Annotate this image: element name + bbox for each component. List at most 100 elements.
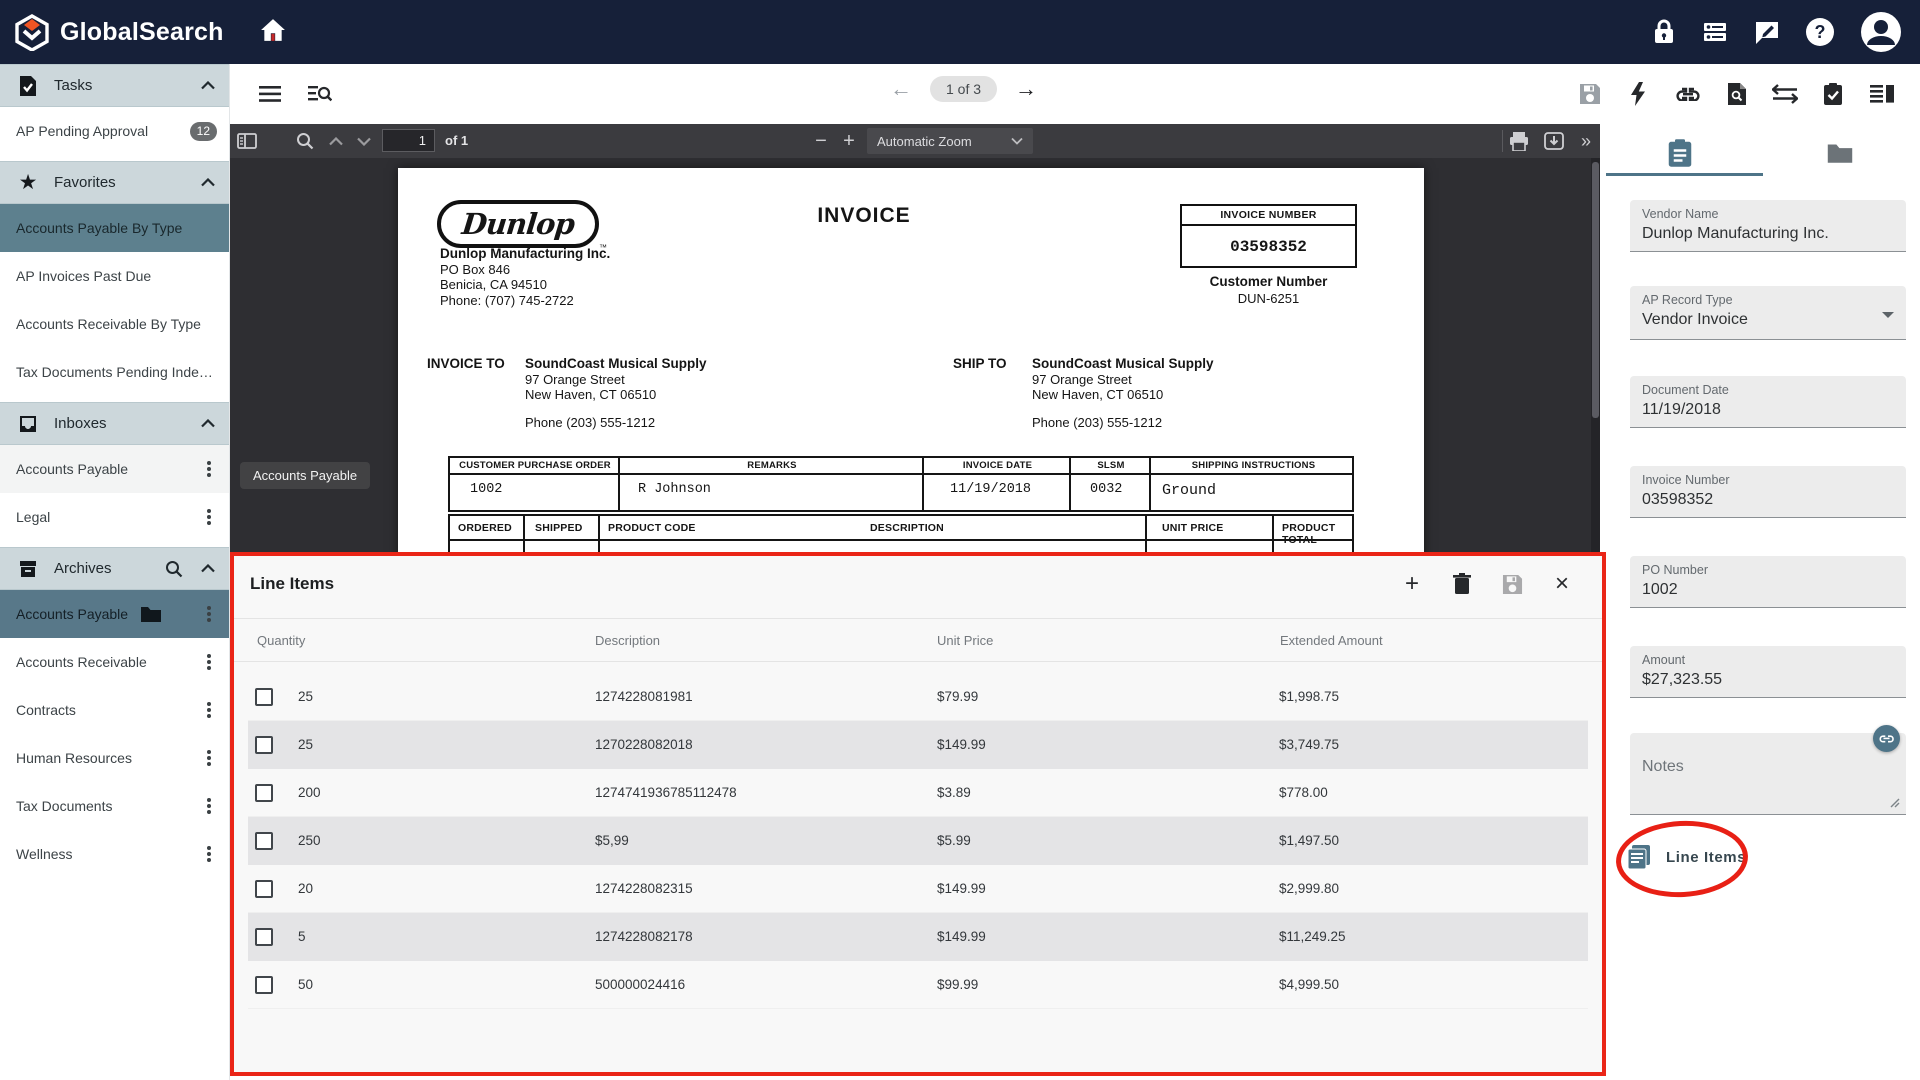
accounts-payable-tooltip: Accounts Payable	[240, 462, 370, 489]
section-header-archives[interactable]: Archives	[0, 547, 229, 590]
section-header-inboxes[interactable]: Inboxes	[0, 402, 229, 445]
kebab-menu-icon[interactable]	[201, 459, 217, 479]
tab-folders[interactable]	[1760, 132, 1920, 174]
sidebar-item-accounts-payable-by-type[interactable]: Accounts Payable By Type	[0, 204, 229, 252]
line-item-row[interactable]: 5 1274228082178 $149.99 $11,249.25	[248, 913, 1588, 961]
sidebar-item-archive-contracts[interactable]: Contracts	[0, 686, 229, 734]
toggle-sidebar-icon[interactable]	[235, 129, 259, 153]
print-icon[interactable]	[1507, 129, 1531, 153]
line-item-row[interactable]: 25 1270228082018 $149.99 $3,749.75	[248, 721, 1588, 769]
add-line-item-icon[interactable]: +	[1400, 572, 1424, 596]
download-icon[interactable]	[1542, 129, 1566, 153]
page-number-input[interactable]	[382, 129, 435, 152]
more-tools-icon[interactable]: »	[1573, 129, 1597, 153]
field-vendor-name[interactable]: Vendor Name Dunlop Manufacturing Inc.	[1630, 200, 1906, 252]
row-checkbox[interactable]	[255, 832, 273, 850]
dropdown-arrow-icon[interactable]	[1882, 312, 1894, 318]
sidebar-item-ap-pending-approval[interactable]: AP Pending Approval 12	[0, 107, 229, 155]
zoom-in-icon[interactable]: +	[837, 129, 861, 153]
save-line-items-icon[interactable]	[1500, 572, 1524, 596]
row-checkbox[interactable]	[255, 880, 273, 898]
row-checkbox[interactable]	[255, 928, 273, 946]
lock-icon[interactable]	[1652, 19, 1676, 45]
kebab-menu-icon[interactable]	[201, 652, 217, 672]
link-icon[interactable]	[1670, 76, 1706, 112]
brand-logo[interactable]: GlobalSearch	[14, 13, 224, 51]
field-notes[interactable]: Notes	[1630, 733, 1906, 815]
previous-document-arrow[interactable]: ←	[890, 76, 912, 102]
invoice-po-table: CUSTOMER PURCHASE ORDER REMARKS INVOICE …	[448, 456, 1354, 512]
home-icon[interactable]	[260, 18, 286, 42]
line-items-button[interactable]: Line Items	[1628, 845, 1746, 869]
sidebar-item-tax-documents-pending[interactable]: Tax Documents Pending Inde…	[0, 348, 229, 396]
item-label: Accounts Receivable By Type	[16, 316, 217, 332]
lightning-actions-icon[interactable]	[1620, 76, 1656, 112]
link-field-button[interactable]	[1873, 725, 1900, 752]
close-line-items-icon[interactable]: ×	[1550, 572, 1574, 596]
row-checkbox[interactable]	[255, 688, 273, 706]
kebab-menu-icon[interactable]	[201, 748, 217, 768]
help-icon[interactable]: ?	[1806, 18, 1834, 46]
line-item-row[interactable]: 200 1274741936785112478 $3.89 $778.00	[248, 769, 1588, 817]
sidebar-item-inbox-legal[interactable]: Legal	[0, 493, 229, 541]
resize-handle-icon[interactable]	[1888, 796, 1900, 808]
row-checkbox[interactable]	[255, 784, 273, 802]
chevron-up-icon[interactable]	[201, 178, 215, 187]
archives-search-icon[interactable]	[165, 560, 183, 578]
sidebar-item-archive-accounts-receivable[interactable]: Accounts Receivable	[0, 638, 229, 686]
next-page-icon[interactable]	[352, 129, 376, 153]
search-results-icon[interactable]	[302, 76, 338, 112]
row-checkbox[interactable]	[255, 736, 273, 754]
account-avatar[interactable]	[1860, 11, 1902, 53]
chevron-up-icon[interactable]	[201, 81, 215, 90]
line-item-row[interactable]: 50 500000024416 $99.99 $4,999.50	[248, 961, 1588, 1009]
column-view-icon[interactable]	[1864, 76, 1900, 112]
document-search-icon[interactable]	[1719, 76, 1755, 112]
previous-page-icon[interactable]	[324, 129, 348, 153]
next-document-arrow[interactable]: →	[1015, 76, 1037, 102]
kebab-menu-icon[interactable]	[201, 604, 217, 624]
chevron-up-icon[interactable]	[201, 419, 215, 428]
invoice-item-table: ORDERED SHIPPED PRODUCT CODE DESCRIPTION…	[448, 514, 1354, 552]
sidebar-item-archive-accounts-payable[interactable]: Accounts Payable	[0, 590, 229, 638]
viewer-scrollbar-track[interactable]	[1591, 158, 1600, 552]
zoom-out-icon[interactable]: −	[809, 129, 833, 153]
sidebar-item-inbox-accounts-payable[interactable]: Accounts Payable	[0, 445, 229, 493]
field-document-date[interactable]: Document Date 11/19/2018	[1630, 376, 1906, 428]
line-item-row[interactable]: 250 $5,99 $5.99 $1,497.50	[248, 817, 1588, 865]
storage-icon[interactable]	[1702, 20, 1728, 44]
brand-name: GlobalSearch	[60, 18, 224, 47]
col-quantity: Quantity	[257, 633, 305, 648]
zoom-select[interactable]: Automatic Zoom	[867, 128, 1033, 154]
viewer-scrollbar-thumb[interactable]	[1592, 162, 1599, 418]
clipboard-check-icon[interactable]	[1815, 76, 1851, 112]
swap-route-icon[interactable]	[1767, 76, 1803, 112]
line-item-row[interactable]: 25 1274228081981 $79.99 $1,998.75	[248, 673, 1588, 721]
kebab-menu-icon[interactable]	[201, 507, 217, 527]
line-item-row[interactable]: 20 1274228082315 $149.99 $2,999.80	[248, 865, 1588, 913]
tab-index-fields[interactable]	[1600, 132, 1760, 174]
sidebar-item-ap-invoices-past-due[interactable]: AP Invoices Past Due	[0, 252, 229, 300]
row-checkbox[interactable]	[255, 976, 273, 994]
sidebar-item-accounts-receivable-by-type[interactable]: Accounts Receivable By Type	[0, 300, 229, 348]
menu-hamburger-icon[interactable]	[252, 76, 288, 112]
section-header-favorites[interactable]: ★ Favorites	[0, 161, 229, 204]
field-invoice-number[interactable]: Invoice Number 03598352	[1630, 466, 1906, 518]
pdf-search-icon[interactable]	[293, 129, 317, 153]
chevron-up-icon[interactable]	[201, 564, 215, 573]
kebab-menu-icon[interactable]	[201, 700, 217, 720]
line-items-actions: + ×	[1400, 572, 1574, 596]
kebab-menu-icon[interactable]	[201, 844, 217, 864]
sidebar-item-archive-human-resources[interactable]: Human Resources	[0, 734, 229, 782]
kebab-menu-icon[interactable]	[201, 796, 217, 816]
section-header-tasks[interactable]: Tasks	[0, 64, 229, 107]
col-unit-price: Unit Price	[937, 633, 993, 648]
sidebar-item-archive-wellness[interactable]: Wellness	[0, 830, 229, 878]
delete-line-item-icon[interactable]	[1450, 572, 1474, 596]
feedback-chat-icon[interactable]	[1754, 20, 1780, 45]
field-ap-record-type[interactable]: AP Record Type Vendor Invoice	[1630, 286, 1906, 340]
field-po-number[interactable]: PO Number 1002	[1630, 556, 1906, 608]
sidebar-item-archive-tax-documents[interactable]: Tax Documents	[0, 782, 229, 830]
field-amount[interactable]: Amount $27,323.55	[1630, 646, 1906, 698]
save-icon[interactable]	[1572, 76, 1608, 112]
